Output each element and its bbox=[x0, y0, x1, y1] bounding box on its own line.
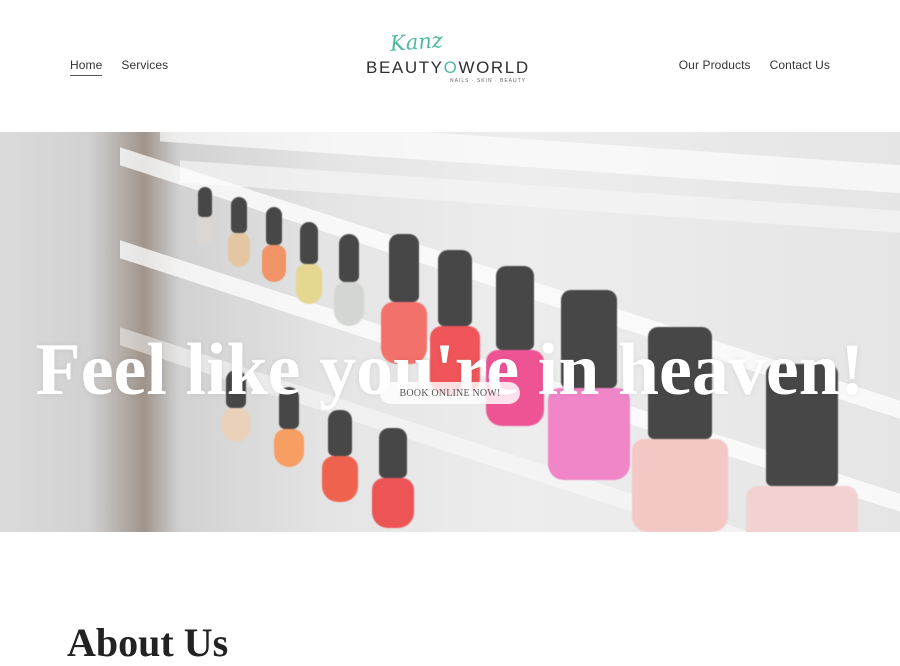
about-title: About Us bbox=[67, 620, 229, 666]
nav-home-link[interactable]: Home bbox=[70, 58, 103, 76]
logo-script-text: Kanz bbox=[389, 28, 444, 56]
logo-main-beauty: BEAUTY bbox=[366, 58, 444, 77]
right-navigation: Our Products Contact Us bbox=[679, 58, 830, 75]
logo-main-o: O bbox=[443, 58, 459, 77]
logo-tagline: NAILS · SKIN · BEAUTY bbox=[450, 78, 527, 84]
about-section: About Us bbox=[0, 532, 900, 665]
hero-section: Feel like you're in heaven! BOOK ONLINE … bbox=[0, 132, 900, 532]
brand-logo[interactable]: Kanz BEAUTYOWORLD NAILS · SKIN · BEAUTY bbox=[360, 28, 540, 90]
nav-services-link[interactable]: Services bbox=[121, 58, 168, 76]
logo-main-world: WORLD bbox=[458, 58, 530, 77]
nav-products-link[interactable]: Our Products bbox=[679, 58, 751, 75]
left-navigation: Home Services bbox=[70, 58, 168, 76]
logo-main-text: BEAUTYOWORLD bbox=[366, 58, 530, 78]
nav-contact-link[interactable]: Contact Us bbox=[770, 58, 830, 75]
site-header: Home Services Kanz BEAUTYOWORLD NAILS · … bbox=[0, 0, 900, 132]
book-online-button[interactable]: BOOK ONLINE NOW! bbox=[380, 382, 520, 404]
